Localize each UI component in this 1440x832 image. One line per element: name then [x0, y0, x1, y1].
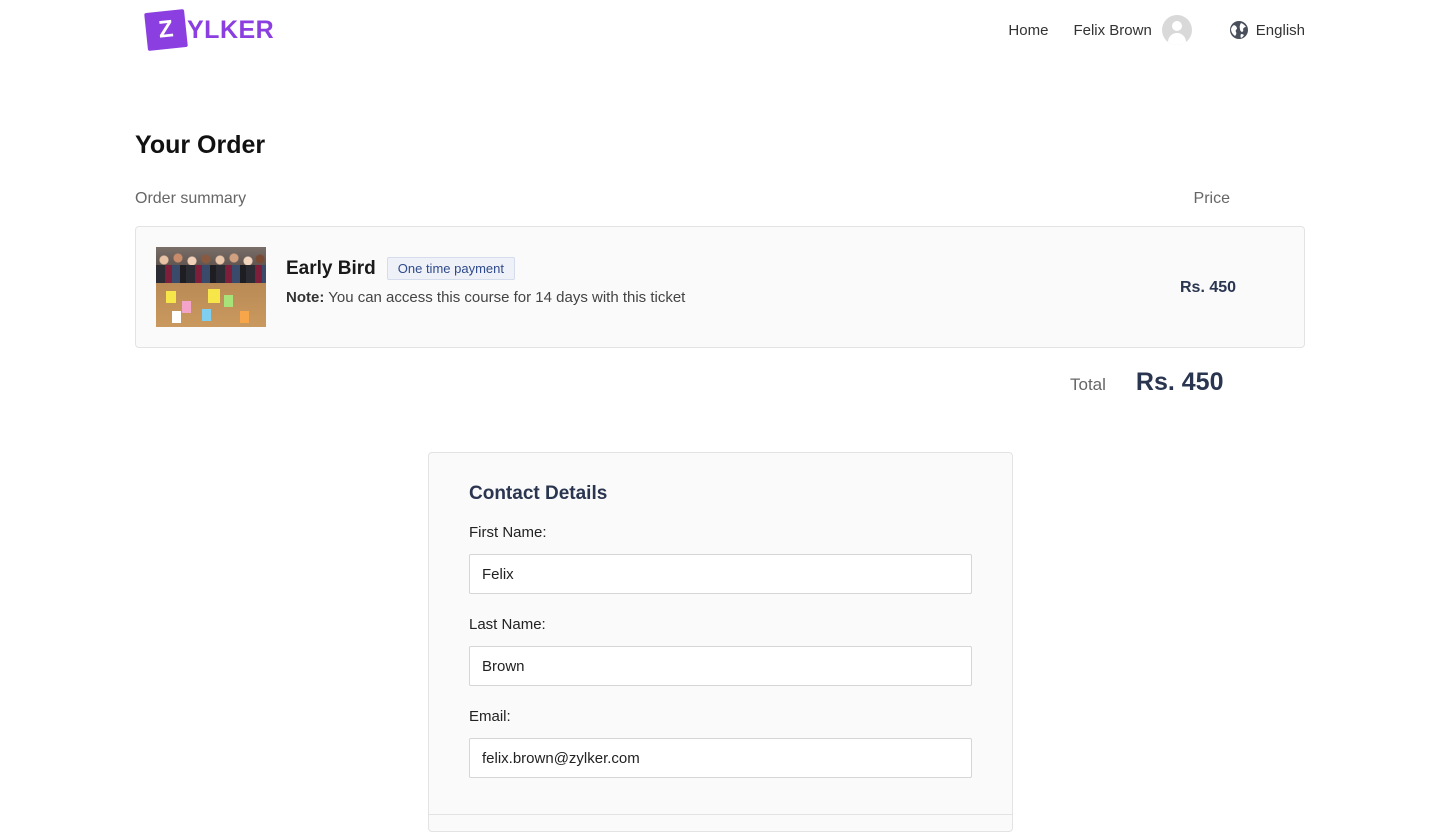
language-selector[interactable]: English	[1229, 20, 1305, 40]
note-text: You can access this course for 14 days w…	[324, 289, 686, 306]
contact-details-card: Contact Details First Name: Last Name: E…	[428, 452, 1013, 832]
header: Z YLKER Home Felix Brown English	[0, 0, 1440, 60]
nav-home-link[interactable]: Home	[1008, 22, 1048, 39]
language-label: English	[1255, 21, 1305, 39]
price-column-label: Price	[1193, 190, 1230, 207]
contact-details-title: Contact Details	[469, 483, 608, 504]
card-divider	[429, 814, 1012, 815]
order-item-card: Early Bird One time payment Note: You ca…	[135, 226, 1305, 348]
last-name-label: Last Name:	[469, 616, 546, 633]
total-value: Rs. 450	[1135, 368, 1224, 396]
item-title-row: Early Bird One time payment	[286, 257, 515, 280]
payment-type-badge: One time payment	[386, 257, 515, 280]
zylker-logo[interactable]: Z YLKER	[144, 9, 275, 51]
globe-icon	[1229, 21, 1248, 39]
ticket-note: Note: You can access this course for 14 …	[286, 289, 685, 306]
page-title: Your Order	[135, 131, 266, 159]
order-summary-header: Order summary Price	[135, 190, 1230, 208]
logo-text: YLKER	[187, 15, 275, 44]
last-name-input[interactable]	[469, 646, 972, 686]
email-label: Email:	[469, 708, 511, 725]
course-thumbnail-image	[156, 247, 266, 327]
item-price: Rs. 450	[1180, 279, 1237, 296]
top-nav: Home Felix Brown English	[1008, 14, 1305, 46]
ticket-name: Early Bird	[286, 257, 376, 279]
total-label: Total	[1070, 375, 1106, 394]
first-name-input[interactable]	[469, 554, 972, 594]
user-menu[interactable]: Felix Brown	[1073, 15, 1192, 45]
total-row: Total Rs. 450	[1070, 368, 1223, 397]
avatar-icon	[1161, 15, 1192, 45]
user-name: Felix Brown	[1073, 21, 1152, 39]
note-label: Note:	[286, 289, 325, 306]
first-name-label: First Name:	[469, 524, 547, 541]
order-summary-label: Order summary	[135, 190, 247, 207]
logo-mark: Z	[144, 9, 188, 51]
email-input[interactable]	[469, 738, 972, 778]
